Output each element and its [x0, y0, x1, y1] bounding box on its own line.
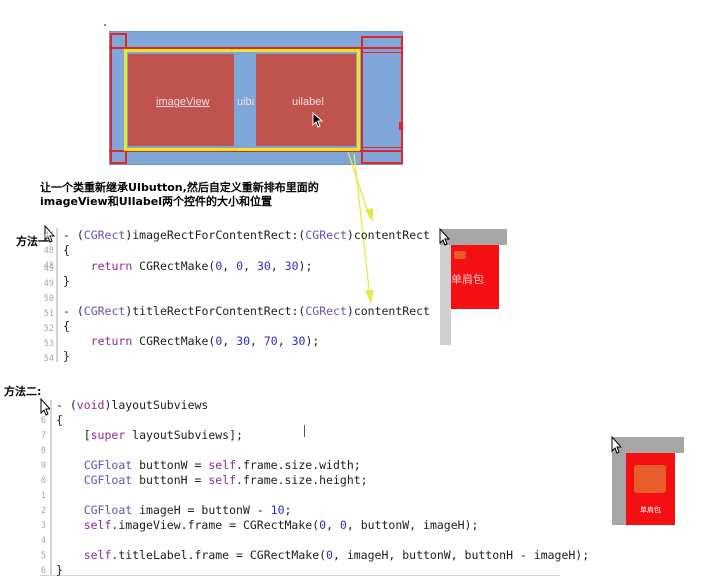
line-number: 8 — [40, 446, 46, 456]
diagram-right-inner-red-box — [362, 52, 402, 148]
code-gutter-line-1 — [56, 228, 58, 362]
line-number: 54 — [43, 354, 54, 364]
code-line: CGFloat imageH = buttonW - 10; — [83, 503, 292, 517]
code-line: self.titleLabel.frame = CGRectMake(0, im… — [83, 548, 590, 562]
code-line: { — [63, 243, 70, 257]
code-line: self.imageView.frame = CGRectMake(0, 0, … — [83, 518, 479, 532]
code-bottom-line — [40, 575, 560, 576]
preview-2-bottom-line — [626, 523, 675, 525]
line-number: 3 — [40, 521, 46, 531]
cursor-icon — [439, 228, 451, 246]
line-number: 6 — [40, 416, 46, 426]
code-line: } — [56, 563, 63, 577]
yellow-highlight-box — [124, 49, 360, 151]
caption-line-1: 让一个类重新继承UIbutton,然后自定义重新排布里面的 — [40, 181, 319, 194]
code-line: CGFloat buttonW = self.frame.size.width; — [83, 458, 361, 472]
line-number: 48 — [43, 246, 54, 256]
code-gutter-line-2 — [50, 400, 52, 576]
code-line: - (void)layoutSubviews — [56, 398, 209, 412]
line-number: 9 — [40, 461, 46, 471]
preview-2-button[interactable]: 单肩包 — [626, 453, 675, 523]
code-line: return CGRectMake(0, 0, 30, 30); — [90, 259, 313, 273]
code-line: } — [63, 274, 70, 288]
code-line: { — [56, 413, 63, 427]
code-line: { — [63, 319, 70, 333]
line-number: 47 — [43, 231, 54, 241]
code-line: [super layoutSubviews]; — [56, 428, 243, 442]
cursor-icon — [611, 436, 623, 454]
preview-2-gray-side — [612, 453, 626, 525]
line-number: 1 — [40, 491, 46, 501]
line-number: 2 — [40, 506, 46, 516]
preview-1-gray-side — [440, 245, 451, 345]
preview-1-button[interactable]: 单肩包 — [451, 245, 499, 309]
line-number: 49 — [43, 264, 54, 274]
code-line: } — [63, 349, 70, 363]
tiny-mark — [104, 24, 106, 26]
line-number: 51 — [43, 309, 54, 319]
line-number: 6 — [40, 566, 46, 576]
line-number: 49 — [43, 279, 54, 289]
line-number: 53 — [43, 339, 54, 349]
code-line: return CGRectMake(0, 30, 70, 30); — [90, 334, 320, 348]
code-line: CGFloat buttonH = self.frame.size.height… — [83, 473, 368, 487]
description-caption: 让一个类重新继承UIbutton,然后自定义重新排布里面的 imageView和… — [40, 181, 319, 209]
line-number: 5 — [40, 551, 46, 561]
code-line: - (CGRect)titleRectForContentRect:(CGRec… — [63, 304, 430, 318]
line-number: 52 — [43, 324, 54, 334]
line-number: 7 — [40, 431, 46, 441]
bag-icon — [634, 465, 666, 493]
line-number: 50 — [43, 294, 54, 304]
diagram-top-red-border — [109, 31, 403, 49]
text-cursor-icon — [304, 425, 305, 437]
preview-1-label: 单肩包 — [451, 273, 484, 286]
line-number: 4 — [40, 536, 46, 546]
line-number: 0 — [40, 476, 46, 486]
red-tick — [399, 122, 402, 130]
preview-2-label: 单肩包 — [640, 506, 661, 514]
code-line: - (CGRect)imageRectForContentRect:(CGRec… — [63, 228, 430, 242]
caption-line-2: imageView和UIlabel两个控件的大小和位置 — [40, 195, 273, 208]
bag-icon — [454, 251, 466, 259]
method-2-label: 方法二: — [4, 385, 42, 398]
